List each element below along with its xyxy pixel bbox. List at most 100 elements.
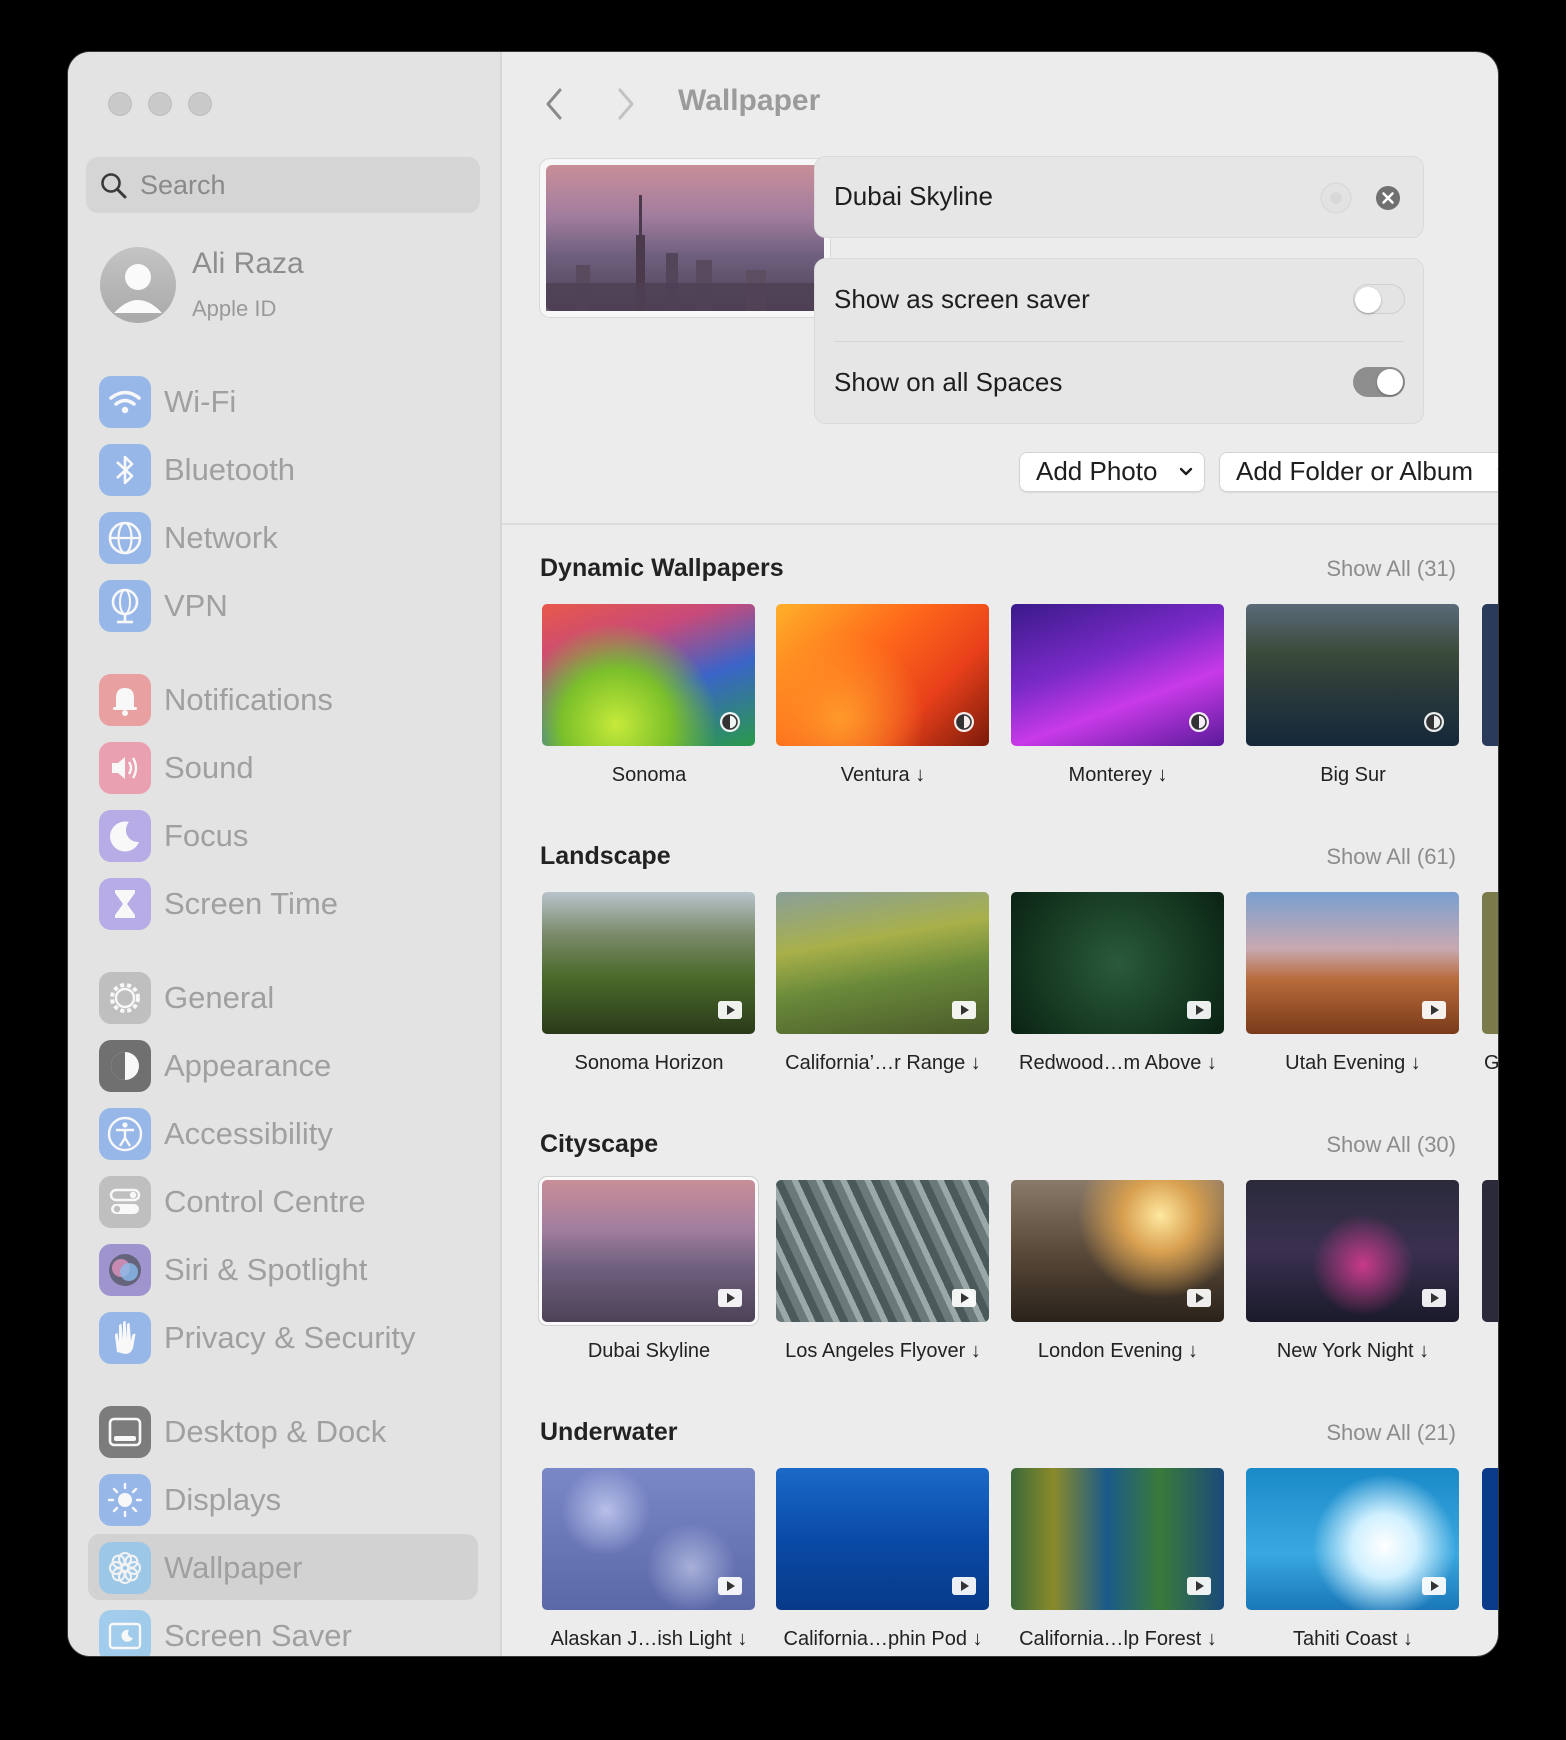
screen-saver-toggle[interactable]	[1353, 284, 1405, 314]
sidebar-item-screen-saver[interactable]: Screen Saver	[88, 1602, 478, 1656]
dubai-skyline-preview-image	[546, 165, 824, 311]
siri-icon	[99, 1244, 151, 1296]
sidebar-item-label: Privacy & Security	[164, 1320, 416, 1355]
sidebar-item-label: Notifications	[164, 682, 333, 717]
video-play-icon	[717, 998, 743, 1022]
main-content: Wallpaper Dubai Skyline Show as screen s…	[502, 52, 1498, 1656]
profile-subtitle: Apple ID	[192, 296, 277, 321]
hand-icon	[99, 1312, 151, 1364]
sidebar-item-appearance[interactable]: Appearance	[88, 1032, 478, 1098]
add-photo-button[interactable]: Add Photo	[1019, 452, 1205, 492]
wallpaper-caption: Redwood…m Above ↓	[1019, 1052, 1217, 1074]
wallpaper-thumbnail[interactable]	[1246, 892, 1459, 1034]
sidebar-item-label: Siri & Spotlight	[164, 1252, 368, 1287]
zoom-window-button[interactable]	[188, 92, 212, 116]
screen-saver-icon	[99, 1610, 151, 1656]
wallpaper-thumbnail[interactable]	[542, 1468, 755, 1610]
wallpaper-thumbnail[interactable]	[1011, 1468, 1224, 1610]
sidebar-item-label: Screen Time	[164, 886, 339, 921]
search-placeholder: Search	[140, 170, 226, 200]
wallpaper-thumbnail[interactable]	[1011, 604, 1224, 746]
dynamic-wallpaper-icon	[717, 710, 743, 734]
sidebar: Search Ali Raza Apple ID Wi-Fi Bluetooth N…	[68, 52, 502, 1656]
show-all-button-landscape[interactable]: Show All (61)	[1326, 844, 1456, 870]
show-all-button-underwater[interactable]: Show All (21)	[1326, 1420, 1456, 1446]
avatar[interactable]	[100, 247, 176, 323]
add-photo-label: Add Photo	[1036, 456, 1158, 486]
sidebar-item-wi-fi[interactable]: Wi-Fi	[88, 368, 478, 434]
sidebar-item-vpn[interactable]: VPN	[88, 572, 478, 638]
remove-wallpaper-button[interactable]	[1375, 185, 1401, 211]
all-spaces-option-label: Show on all Spaces	[834, 367, 1063, 397]
wallpaper-thumbnail[interactable]	[542, 892, 755, 1034]
close-window-button[interactable]	[108, 92, 132, 116]
wallpaper-thumbnail[interactable]	[542, 1180, 755, 1322]
page-title: Wallpaper	[678, 84, 821, 117]
dynamic-indicator-icon	[1320, 182, 1352, 214]
gear-icon	[99, 972, 151, 1024]
dynamic-wallpaper-icon	[951, 710, 977, 734]
wallpaper-thumbnail[interactable]	[776, 604, 989, 746]
sidebar-item-focus[interactable]: Focus	[88, 802, 478, 868]
current-wallpaper-preview	[540, 159, 830, 317]
wallpaper-caption: Utah Evening ↓	[1285, 1052, 1421, 1074]
add-folder-button[interactable]: Add Folder or Album	[1219, 452, 1498, 492]
current-wallpaper-card: Dubai Skyline	[814, 156, 1424, 238]
sidebar-item-displays[interactable]: Displays	[88, 1466, 478, 1532]
vpn-globe-icon	[99, 580, 151, 632]
wallpaper-thumbnail[interactable]	[1011, 1180, 1224, 1322]
wallpaper-thumbnail-partial[interactable]	[1482, 892, 1498, 1034]
sidebar-item-bluetooth[interactable]: Bluetooth	[88, 436, 478, 502]
video-play-icon	[951, 1574, 977, 1598]
wallpaper-caption: California’…r Range ↓	[785, 1052, 981, 1074]
wallpaper-thumbnail-partial[interactable]	[1482, 1180, 1498, 1322]
section-title-cityscape: Cityscape	[540, 1130, 659, 1158]
wallpaper-thumbnail[interactable]	[1011, 892, 1224, 1034]
sidebar-item-control-centre[interactable]: Control Centre	[88, 1168, 478, 1234]
show-all-button-dynamic-wallpapers[interactable]: Show All (31)	[1326, 556, 1456, 582]
wallpaper-caption: California…phin Pod ↓	[783, 1628, 983, 1650]
wallpaper-caption: London Evening ↓	[1037, 1340, 1199, 1362]
wallpaper-thumbnail[interactable]	[776, 1180, 989, 1322]
wallpaper-caption: Monterey ↓	[1068, 764, 1168, 786]
sidebar-item-general[interactable]: General	[88, 964, 478, 1030]
wallpaper-thumbnail[interactable]	[776, 1468, 989, 1610]
sun-icon	[99, 1474, 151, 1526]
sidebar-item-wallpaper[interactable]: Wallpaper	[88, 1534, 478, 1600]
wallpaper-thumbnail[interactable]	[776, 892, 989, 1034]
wallpaper-thumbnail[interactable]	[1246, 1468, 1459, 1610]
sidebar-item-label: Wallpaper	[164, 1550, 303, 1585]
wallpaper-thumbnail-partial[interactable]	[1482, 604, 1498, 746]
sidebar-item-label: Control Centre	[164, 1184, 366, 1219]
sidebar-item-privacy-security[interactable]: Privacy & Security	[88, 1304, 478, 1370]
wallpaper-thumbnail-partial[interactable]	[1482, 1468, 1498, 1610]
wallpaper-thumbnail[interactable]	[1246, 1180, 1459, 1322]
speaker-icon	[99, 742, 151, 794]
wallpaper-thumbnail[interactable]	[542, 604, 755, 746]
sidebar-item-label: Accessibility	[164, 1116, 333, 1151]
wallpaper-caption-partial: G	[1484, 1052, 1498, 1074]
all-spaces-toggle[interactable]	[1353, 367, 1405, 397]
sidebar-item-network[interactable]: Network	[88, 504, 478, 570]
sidebar-item-sound[interactable]: Sound	[88, 734, 478, 800]
dock-icon	[99, 1406, 151, 1458]
sidebar-item-label: Screen Saver	[164, 1618, 352, 1653]
moon-icon	[99, 810, 151, 862]
sidebar-item-label: Appearance	[164, 1048, 332, 1083]
sidebar-item-screen-time[interactable]: Screen Time	[88, 870, 478, 936]
sidebar-item-notifications[interactable]: Notifications	[88, 666, 478, 732]
show-all-button-cityscape[interactable]: Show All (30)	[1326, 1132, 1456, 1158]
back-button[interactable]	[536, 80, 576, 128]
sidebar-item-desktop-dock[interactable]: Desktop & Dock	[88, 1398, 478, 1464]
options-card: Show as screen saver Show on all Spaces	[814, 258, 1424, 424]
search-field[interactable]: Search	[86, 157, 480, 213]
wallpaper-thumbnail[interactable]	[1246, 604, 1459, 746]
sidebar-item-accessibility[interactable]: Accessibility	[88, 1100, 478, 1166]
profile-name[interactable]: Ali Raza	[192, 247, 304, 281]
search-icon	[101, 173, 127, 199]
sidebar-item-siri-spotlight[interactable]: Siri & Spotlight	[88, 1236, 478, 1302]
minimize-window-button[interactable]	[148, 92, 172, 116]
video-play-icon	[1421, 998, 1447, 1022]
forward-button[interactable]	[606, 80, 646, 128]
accessibility-icon	[99, 1108, 151, 1160]
